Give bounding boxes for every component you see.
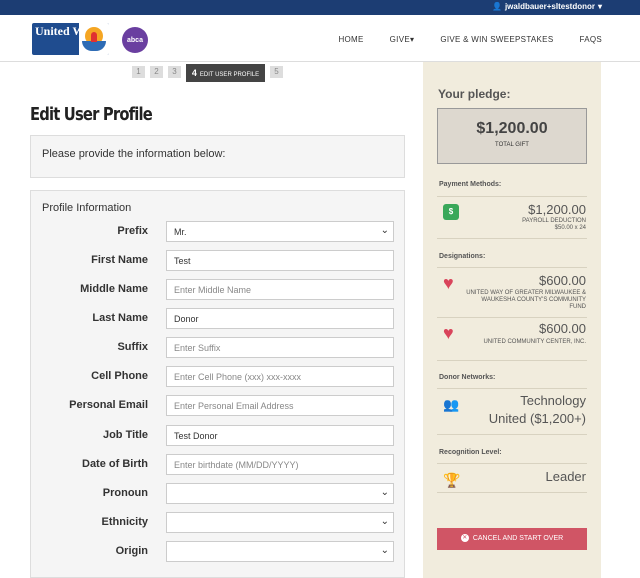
logo-mark-icon (79, 23, 109, 55)
step-active: 4 EDIT USER PROFILE (186, 64, 265, 82)
field-label: Pronoun (102, 487, 148, 499)
user-menu[interactable]: 👤 jwaldbauer+sItestdonor ▾ (492, 2, 602, 11)
input-job-title[interactable]: Test Donor (166, 425, 394, 446)
section-title: Profile Information (42, 202, 132, 214)
field-label: First Name (91, 254, 148, 266)
input-middle-name[interactable]: Enter Middle Name (166, 279, 394, 300)
field-label: Personal Email (69, 399, 148, 411)
form-row: Middle Name Enter Middle Name (31, 279, 406, 301)
field-label: Last Name (92, 312, 148, 324)
form-row: Pronoun ⌄ (31, 483, 406, 505)
chevron-down-icon: ⌄ (380, 225, 389, 236)
network-line1: Technology (520, 393, 586, 408)
chevron-down-icon: ▾ (597, 2, 602, 11)
step-2[interactable]: 2 (150, 65, 163, 78)
field-label: Middle Name (80, 283, 148, 295)
navbar: United Way abca HOME GIVE▾ GIVE & WIN SW… (0, 15, 640, 62)
intro-box: Please provide the information below: (30, 135, 405, 178)
progress-steps: 1 2 3 4 EDIT USER PROFILE 5 (132, 61, 283, 82)
designation-name: UNITED COMMUNITY CENTER, INC. (483, 339, 586, 345)
field-label: Ethnicity (101, 516, 148, 528)
payment-amount: $1,200.00 (528, 202, 586, 217)
field-label: Cell Phone (91, 370, 148, 382)
nav-sweepstakes[interactable]: GIVE & WIN SWEEPSTAKES (440, 35, 553, 44)
input-suffix[interactable]: Enter Suffix (166, 337, 394, 358)
designations-heading: Designations: (439, 253, 486, 260)
nav-faqs[interactable]: FAQS (579, 35, 602, 44)
form-row: Ethnicity ⌄ (31, 512, 406, 534)
nav-give[interactable]: GIVE▾ (390, 35, 415, 44)
form-row: Job Title Test Donor (31, 425, 406, 447)
designation-amount: $600.00 (539, 273, 586, 288)
top-bar: 👤 jwaldbauer+sItestdonor ▾ (0, 0, 640, 15)
form-row: First Name Test (31, 250, 406, 272)
recognition-heading: Recognition Level: (439, 449, 502, 456)
payment-detail: $50.00 x 24 (554, 225, 586, 231)
pledge-heading: Your pledge: (438, 87, 511, 101)
input-cell-phone[interactable]: Enter Cell Phone (xxx) xxx-xxxx (166, 366, 394, 387)
form-row: Personal Email Enter Personal Email Addre… (31, 395, 406, 417)
field-label: Origin (115, 545, 148, 557)
form-row: Suffix Enter Suffix (31, 337, 406, 359)
input-last-name[interactable]: Donor (166, 308, 394, 329)
money-icon: $ (443, 204, 459, 220)
field-label: Date of Birth (82, 458, 148, 470)
form-row: Origin ⌄ (31, 541, 406, 563)
total-label: TOTAL GIFT (495, 142, 529, 148)
chevron-down-icon: ⌄ (380, 516, 389, 527)
select-prefix[interactable]: Mr. ⌄ (166, 221, 394, 242)
payment-heading: Payment Methods: (439, 181, 502, 188)
select-pronoun[interactable]: ⌄ (166, 483, 394, 504)
select-origin[interactable]: ⌄ (166, 541, 394, 562)
step-1[interactable]: 1 (132, 65, 145, 78)
network-line2: United ($1,200+) (488, 411, 586, 426)
form-row: Date of Birth Enter birthdate (MM/DD/YYYY… (31, 454, 406, 476)
chevron-down-icon: ⌄ (380, 545, 389, 556)
total-gift-box: $1,200.00 TOTAL GIFT (437, 108, 587, 164)
step-3[interactable]: 3 (168, 65, 181, 78)
step-5[interactable]: 5 (270, 65, 283, 78)
field-label: Prefix (117, 225, 148, 237)
field-label: Job Title (102, 429, 148, 441)
nav-home[interactable]: HOME (338, 35, 363, 44)
partner-logo: abca (122, 27, 148, 53)
networks-heading: Donor Networks: (439, 374, 496, 381)
form-row: Prefix Mr. ⌄ (31, 221, 406, 243)
form-row: Cell Phone Enter Cell Phone (xxx) xxx-xxx… (31, 366, 406, 388)
input-first-name[interactable]: Test (166, 250, 394, 271)
input-personal-email[interactable]: Enter Personal Email Address (166, 395, 394, 416)
form-row: Last Name Donor (31, 308, 406, 330)
select-ethnicity[interactable]: ⌄ (166, 512, 394, 533)
pledge-sidebar: Your pledge: $1,200.00 TOTAL GIFT Paymen… (423, 62, 601, 578)
field-label: Suffix (117, 341, 148, 353)
main-nav: HOME GIVE▾ GIVE & WIN SWEEPSTAKES FAQS (338, 35, 602, 44)
trophy-icon: 🏆 (443, 472, 461, 488)
user-icon: 👤 (491, 2, 502, 11)
designation-amount: $600.00 (539, 321, 586, 336)
heart-icon: ♥ (443, 323, 454, 343)
close-icon: ✕ (460, 534, 469, 543)
people-icon: 👥 (443, 397, 460, 412)
payment-label: PAYROLL DEDUCTION (522, 218, 586, 224)
page-title: Edit User Profile (30, 104, 153, 125)
input-date-of-birth[interactable]: Enter birthdate (MM/DD/YYYY) (166, 454, 394, 475)
recognition-level: Leader (545, 469, 586, 484)
profile-form: Profile Information Prefix Mr. ⌄ First Name… (30, 190, 405, 578)
designation-name: UNITED WAY OF GREATER MILWAUKEE & WAUKES… (466, 290, 586, 310)
united-way-logo[interactable]: United Way (32, 23, 109, 55)
chevron-down-icon: ⌄ (380, 487, 389, 498)
user-name: jwaldbauer+sItestdonor (504, 2, 595, 11)
chevron-down-icon: ▾ (409, 35, 415, 44)
cancel-start-over-button[interactable]: ✕ CANCEL AND START OVER (437, 528, 587, 550)
heart-icon: ♥ (443, 273, 454, 293)
total-amount: $1,200.00 (476, 120, 548, 137)
